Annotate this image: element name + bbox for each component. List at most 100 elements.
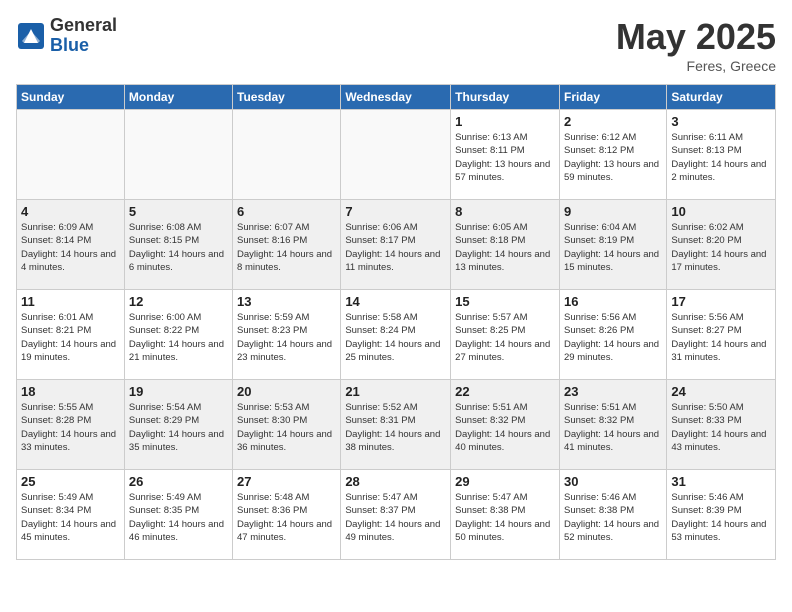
calendar-cell: 25 Sunrise: 5:49 AM Sunset: 8:34 PM Dayli… <box>17 470 125 560</box>
logo: General Blue <box>16 16 117 56</box>
calendar-cell: 2Sunrise: 6:12 AM Sunset: 8:12 PM Daylig… <box>559 110 666 200</box>
day-number: 7 <box>345 204 446 219</box>
day-info: Sunrise: 6:06 AM Sunset: 8:17 PM Dayligh… <box>345 221 446 274</box>
month-title: May 2025 <box>616 16 776 58</box>
day-info: Sunrise: 6:04 AM Sunset: 8:19 PM Dayligh… <box>564 221 662 274</box>
day-number: 27 <box>237 474 336 489</box>
calendar-cell <box>233 110 341 200</box>
day-number: 16 <box>564 294 662 309</box>
day-number: 4 <box>21 204 120 219</box>
day-number: 18 <box>21 384 120 399</box>
day-number: 31 <box>671 474 771 489</box>
calendar-cell: 19 Sunrise: 5:54 AM Sunset: 8:29 PM Dayli… <box>124 380 232 470</box>
column-header-saturday: Saturday <box>667 85 776 110</box>
day-info: Sunrise: 5:56 AM Sunset: 8:26 PM Dayligh… <box>564 311 662 364</box>
day-number: 15 <box>455 294 555 309</box>
logo-general: General <box>50 16 117 36</box>
day-info: Sunrise: 6:05 AM Sunset: 8:18 PM Dayligh… <box>455 221 555 274</box>
day-info: Sunrise: 5:56 AM Sunset: 8:27 PM Dayligh… <box>671 311 771 364</box>
calendar-cell: 31 Sunrise: 5:46 AM Sunset: 8:39 PM Dayli… <box>667 470 776 560</box>
calendar-cell: 4 Sunrise: 6:09 AM Sunset: 8:14 PM Daylig… <box>17 200 125 290</box>
day-number: 12 <box>129 294 228 309</box>
day-number: 17 <box>671 294 771 309</box>
calendar-cell: 5 Sunrise: 6:08 AM Sunset: 8:15 PM Daylig… <box>124 200 232 290</box>
logo-icon <box>16 21 46 51</box>
calendar-week-2: 4 Sunrise: 6:09 AM Sunset: 8:14 PM Daylig… <box>17 200 776 290</box>
day-number: 1 <box>455 114 555 129</box>
calendar-cell: 15 Sunrise: 5:57 AM Sunset: 8:25 PM Dayli… <box>451 290 560 380</box>
day-info: Sunrise: 5:54 AM Sunset: 8:29 PM Dayligh… <box>129 401 228 454</box>
calendar-cell: 7 Sunrise: 6:06 AM Sunset: 8:17 PM Daylig… <box>341 200 451 290</box>
calendar-cell: 13 Sunrise: 5:59 AM Sunset: 8:23 PM Dayli… <box>233 290 341 380</box>
calendar-table: SundayMondayTuesdayWednesdayThursdayFrid… <box>16 84 776 560</box>
day-number: 19 <box>129 384 228 399</box>
location-subtitle: Feres, Greece <box>616 58 776 74</box>
calendar-cell: 14 Sunrise: 5:58 AM Sunset: 8:24 PM Dayli… <box>341 290 451 380</box>
column-header-sunday: Sunday <box>17 85 125 110</box>
day-info: Sunrise: 5:53 AM Sunset: 8:30 PM Dayligh… <box>237 401 336 454</box>
calendar-cell: 28 Sunrise: 5:47 AM Sunset: 8:37 PM Dayli… <box>341 470 451 560</box>
calendar-cell: 23Sunrise: 5:51 AM Sunset: 8:32 PM Dayli… <box>559 380 666 470</box>
day-number: 28 <box>345 474 446 489</box>
day-number: 11 <box>21 294 120 309</box>
day-number: 29 <box>455 474 555 489</box>
day-info: Sunrise: 5:48 AM Sunset: 8:36 PM Dayligh… <box>237 491 336 544</box>
calendar-cell <box>17 110 125 200</box>
day-number: 26 <box>129 474 228 489</box>
day-info: Sunrise: 5:55 AM Sunset: 8:28 PM Dayligh… <box>21 401 120 454</box>
calendar-cell: 26Sunrise: 5:49 AM Sunset: 8:35 PM Dayli… <box>124 470 232 560</box>
day-number: 3 <box>671 114 771 129</box>
calendar-week-1: 1 Sunrise: 6:13 AM Sunset: 8:11 PM Daylig… <box>17 110 776 200</box>
page-header: General Blue May 2025 Feres, Greece <box>16 16 776 74</box>
calendar-cell: 10Sunrise: 6:02 AM Sunset: 8:20 PM Dayli… <box>667 200 776 290</box>
calendar-cell: 17 Sunrise: 5:56 AM Sunset: 8:27 PM Dayli… <box>667 290 776 380</box>
day-info: Sunrise: 5:51 AM Sunset: 8:32 PM Dayligh… <box>455 401 555 454</box>
day-info: Sunrise: 5:47 AM Sunset: 8:38 PM Dayligh… <box>455 491 555 544</box>
column-header-thursday: Thursday <box>451 85 560 110</box>
calendar-cell: 9Sunrise: 6:04 AM Sunset: 8:19 PM Daylig… <box>559 200 666 290</box>
day-info: Sunrise: 5:59 AM Sunset: 8:23 PM Dayligh… <box>237 311 336 364</box>
day-info: Sunrise: 5:46 AM Sunset: 8:39 PM Dayligh… <box>671 491 771 544</box>
column-header-friday: Friday <box>559 85 666 110</box>
day-info: Sunrise: 5:46 AM Sunset: 8:38 PM Dayligh… <box>564 491 662 544</box>
calendar-cell <box>341 110 451 200</box>
day-info: Sunrise: 5:47 AM Sunset: 8:37 PM Dayligh… <box>345 491 446 544</box>
day-number: 20 <box>237 384 336 399</box>
day-number: 30 <box>564 474 662 489</box>
calendar-header-row: SundayMondayTuesdayWednesdayThursdayFrid… <box>17 85 776 110</box>
day-number: 13 <box>237 294 336 309</box>
day-info: Sunrise: 6:08 AM Sunset: 8:15 PM Dayligh… <box>129 221 228 274</box>
calendar-cell: 22 Sunrise: 5:51 AM Sunset: 8:32 PM Dayli… <box>451 380 560 470</box>
day-info: Sunrise: 5:57 AM Sunset: 8:25 PM Dayligh… <box>455 311 555 364</box>
day-info: Sunrise: 5:52 AM Sunset: 8:31 PM Dayligh… <box>345 401 446 454</box>
day-number: 5 <box>129 204 228 219</box>
calendar-cell: 11Sunrise: 6:01 AM Sunset: 8:21 PM Dayli… <box>17 290 125 380</box>
calendar-cell: 16 Sunrise: 5:56 AM Sunset: 8:26 PM Dayli… <box>559 290 666 380</box>
day-info: Sunrise: 5:58 AM Sunset: 8:24 PM Dayligh… <box>345 311 446 364</box>
calendar-cell: 3 Sunrise: 6:11 AM Sunset: 8:13 PM Daylig… <box>667 110 776 200</box>
calendar-week-3: 11Sunrise: 6:01 AM Sunset: 8:21 PM Dayli… <box>17 290 776 380</box>
calendar-cell: 21Sunrise: 5:52 AM Sunset: 8:31 PM Dayli… <box>341 380 451 470</box>
day-number: 25 <box>21 474 120 489</box>
day-number: 14 <box>345 294 446 309</box>
column-header-tuesday: Tuesday <box>233 85 341 110</box>
calendar-cell: 12 Sunrise: 6:00 AM Sunset: 8:22 PM Dayli… <box>124 290 232 380</box>
day-info: Sunrise: 5:49 AM Sunset: 8:34 PM Dayligh… <box>21 491 120 544</box>
day-number: 24 <box>671 384 771 399</box>
calendar-week-4: 18 Sunrise: 5:55 AM Sunset: 8:28 PM Dayli… <box>17 380 776 470</box>
day-number: 2 <box>564 114 662 129</box>
column-header-monday: Monday <box>124 85 232 110</box>
day-info: Sunrise: 6:09 AM Sunset: 8:14 PM Dayligh… <box>21 221 120 274</box>
calendar-cell: 20 Sunrise: 5:53 AM Sunset: 8:30 PM Dayli… <box>233 380 341 470</box>
day-info: Sunrise: 6:13 AM Sunset: 8:11 PM Dayligh… <box>455 131 555 184</box>
calendar-cell: 8Sunrise: 6:05 AM Sunset: 8:18 PM Daylig… <box>451 200 560 290</box>
day-info: Sunrise: 6:02 AM Sunset: 8:20 PM Dayligh… <box>671 221 771 274</box>
day-info: Sunrise: 6:00 AM Sunset: 8:22 PM Dayligh… <box>129 311 228 364</box>
calendar-week-5: 25 Sunrise: 5:49 AM Sunset: 8:34 PM Dayli… <box>17 470 776 560</box>
day-info: Sunrise: 5:51 AM Sunset: 8:32 PM Dayligh… <box>564 401 662 454</box>
calendar-cell: 30 Sunrise: 5:46 AM Sunset: 8:38 PM Dayli… <box>559 470 666 560</box>
day-info: Sunrise: 6:11 AM Sunset: 8:13 PM Dayligh… <box>671 131 771 184</box>
calendar-cell: 1 Sunrise: 6:13 AM Sunset: 8:11 PM Daylig… <box>451 110 560 200</box>
calendar-cell: 24Sunrise: 5:50 AM Sunset: 8:33 PM Dayli… <box>667 380 776 470</box>
day-number: 22 <box>455 384 555 399</box>
